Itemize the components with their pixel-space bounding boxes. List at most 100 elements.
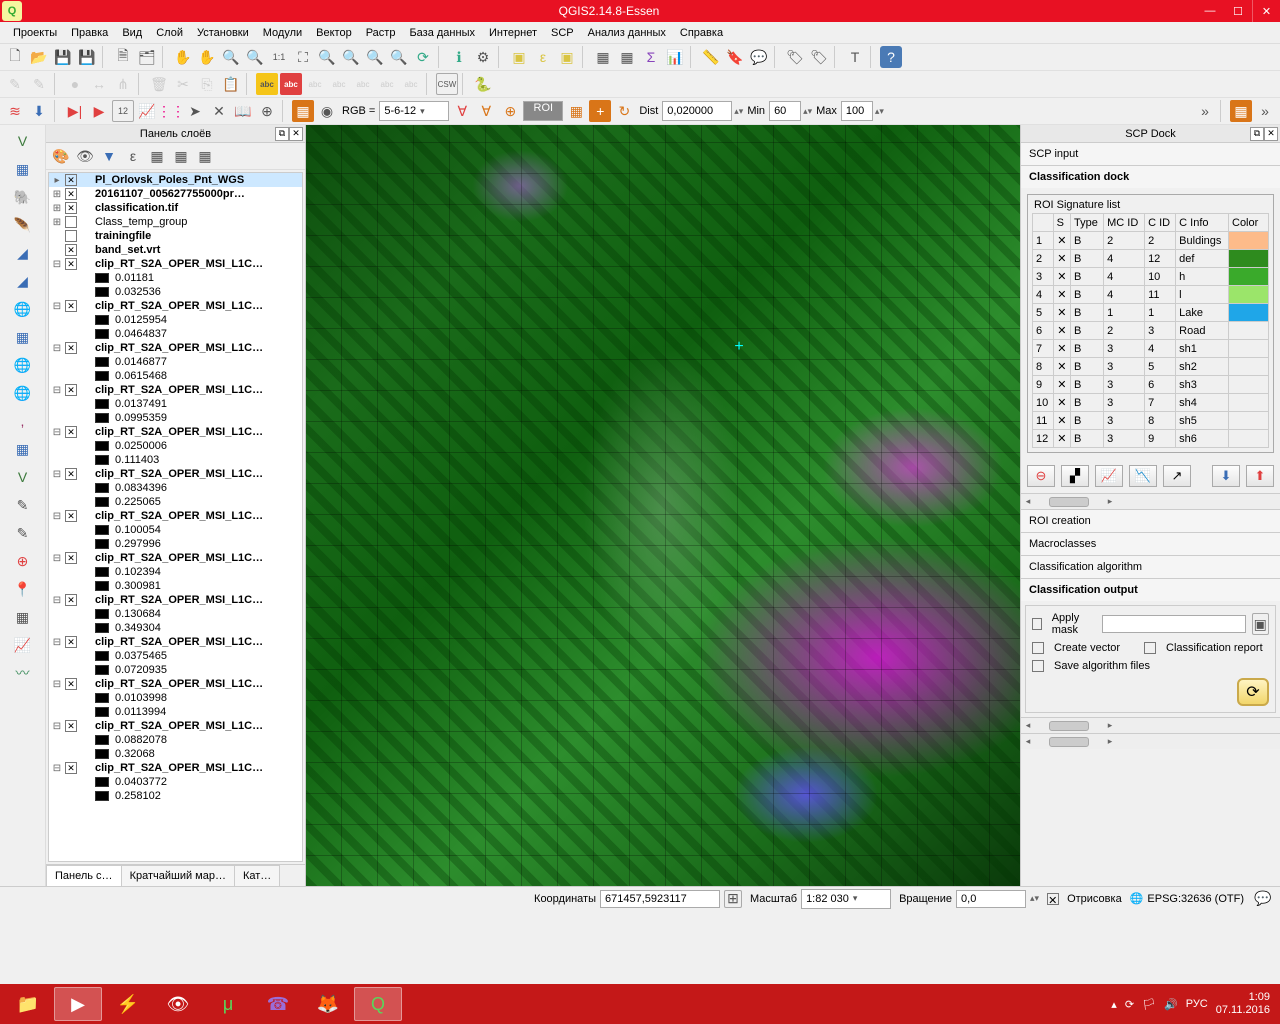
label-options-icon[interactable]: 🏷 [784, 46, 806, 68]
add-wms-icon[interactable]: 🌐 [9, 297, 37, 321]
deselect-icon[interactable]: ▣ [556, 46, 578, 68]
layer-item[interactable]: ⊟clip_RT_S2A_OPER_MSI_L1C… [49, 341, 302, 355]
menu-5[interactable]: Модули [256, 25, 309, 41]
task-utorrent-icon[interactable]: μ [204, 987, 252, 1021]
paste-icon[interactable]: 📋 [220, 73, 242, 95]
min-input[interactable] [769, 101, 801, 121]
road-graph-icon[interactable]: 📈 [9, 633, 37, 657]
new-geopackage-icon[interactable]: ✎ [9, 521, 37, 545]
tab-layers[interactable]: Панель с… [46, 865, 122, 886]
zoom-native-icon[interactable]: 1:1 [268, 46, 290, 68]
task-explorer-icon[interactable]: 📁 [4, 987, 52, 1021]
layer-child[interactable]: 0.300981 [49, 579, 302, 593]
layer-item[interactable]: ▸Pl_Orlovsk_Poles_Pnt_WGS [49, 173, 302, 187]
add-raster-icon[interactable]: ▦ [9, 157, 37, 181]
roi-scrollbar[interactable] [1021, 493, 1280, 509]
panel-close-icon[interactable]: ✕ [289, 127, 303, 141]
select-features-icon[interactable]: ▣ [508, 46, 530, 68]
task-firefox-icon[interactable]: 🦊 [304, 987, 352, 1021]
toolbar-overflow-icon[interactable]: » [1194, 100, 1216, 122]
tab-cat[interactable]: Кат… [234, 865, 280, 886]
mask-browse-icon[interactable]: ▣ [1252, 613, 1269, 635]
tray-volume-icon[interactable]: 🔊 [1164, 998, 1178, 1011]
layer-child[interactable]: 0.258102 [49, 789, 302, 803]
layer-child[interactable]: 0.0464837 [49, 327, 302, 341]
layer-child[interactable]: 0.0615468 [49, 369, 302, 383]
zoom-next-icon[interactable]: 🔍 [388, 46, 410, 68]
layer-child[interactable]: 0.0995359 [49, 411, 302, 425]
layer-child[interactable]: 0.01181 [49, 271, 302, 285]
scale-combo[interactable]: 1:82 030 [801, 889, 891, 909]
field-calc-icon[interactable]: ▦ [616, 46, 638, 68]
save-algo-checkbox[interactable] [1032, 660, 1044, 672]
layer-child[interactable]: 0.0250006 [49, 439, 302, 453]
refresh-icon[interactable]: ⟳ [412, 46, 434, 68]
layer-item[interactable]: ⊟clip_RT_S2A_OPER_MSI_L1C… [49, 677, 302, 691]
abc-pin-icon[interactable]: abc [304, 73, 326, 95]
roi-creation-section[interactable]: ROI creation [1021, 509, 1280, 532]
layer-child[interactable]: 0.0103998 [49, 691, 302, 705]
python-icon[interactable]: 🐍 [472, 73, 494, 95]
abc-highlight-icon[interactable]: abc [280, 73, 302, 95]
crs-button[interactable]: 🌐 EPSG:32636 (OTF) [1130, 892, 1244, 905]
layer-item[interactable]: ⊞20161107_005627755000pr… [49, 187, 302, 201]
roi-row[interactable]: 1✕B22Buldings [1033, 232, 1269, 250]
identify-icon[interactable]: ℹ [448, 46, 470, 68]
layer-item[interactable]: ⊟clip_RT_S2A_OPER_MSI_L1C… [49, 593, 302, 607]
layer-child[interactable]: 0.0834396 [49, 481, 302, 495]
scp-roi-pointer-icon[interactable]: Ɐ [475, 100, 497, 122]
menu-3[interactable]: Слой [149, 25, 190, 41]
layer-child[interactable]: 0.102394 [49, 565, 302, 579]
delete-icon[interactable]: 🗑 [148, 73, 170, 95]
add-wfs-icon[interactable]: 🌐 [9, 381, 37, 405]
layer-child[interactable]: 0.130684 [49, 607, 302, 621]
new-project-icon[interactable]: 🗋 [4, 46, 26, 68]
layer-child[interactable]: 0.0146877 [49, 355, 302, 369]
roi-calc-icon[interactable]: 📈 [1095, 465, 1123, 487]
layer-item[interactable]: ⊟clip_RT_S2A_OPER_MSI_L1C… [49, 299, 302, 313]
layer-item[interactable]: band_set.vrt [49, 243, 302, 257]
save-project-icon[interactable]: 💾 [52, 46, 74, 68]
roi-export2-icon[interactable]: ⬆ [1246, 465, 1274, 487]
pan-selection-icon[interactable]: ✋ [196, 46, 218, 68]
add-spatialite-icon[interactable]: 🪶 [9, 213, 37, 237]
rotation-input[interactable] [956, 890, 1026, 908]
roi-row[interactable]: 10✕B37sh4 [1033, 394, 1269, 412]
filter-legend-icon[interactable]: 👁 [74, 145, 96, 167]
tray-clock[interactable]: 1:09 07.11.2016 [1216, 991, 1270, 1017]
roi-row[interactable]: 9✕B36sh3 [1033, 376, 1269, 394]
coord-input[interactable] [600, 890, 720, 908]
class-report-checkbox[interactable] [1144, 642, 1156, 654]
abc-rotate-icon[interactable]: abc [376, 73, 398, 95]
new-print-icon[interactable]: 🗎 [112, 46, 134, 68]
move-feature-icon[interactable]: ↔ [88, 73, 110, 95]
menu-11[interactable]: Анализ данных [581, 25, 673, 41]
tray-flag-icon[interactable]: 🏳 [1142, 998, 1156, 1011]
menu-9[interactable]: Интернет [482, 25, 544, 41]
topology-icon[interactable]: 〰 [9, 661, 37, 685]
toolbar-overflow2-icon[interactable]: » [1254, 100, 1276, 122]
add-feature-icon[interactable]: ● [64, 73, 86, 95]
new-spatialite-icon[interactable]: ✎ [9, 493, 37, 517]
create-vector-checkbox[interactable] [1032, 642, 1044, 654]
zoom-full-icon[interactable]: ⛶ [292, 46, 314, 68]
zoom-out-icon[interactable]: 🔍 [244, 46, 266, 68]
filter-icon[interactable]: ▼ [98, 145, 120, 167]
roi-row[interactable]: 12✕B39sh6 [1033, 430, 1269, 448]
select-expression-icon[interactable]: ε [532, 46, 554, 68]
layer-child[interactable]: 0.225065 [49, 495, 302, 509]
roi-row[interactable]: 4✕B411l [1033, 286, 1269, 304]
menu-4[interactable]: Установки [190, 25, 256, 41]
scp-undock-icon[interactable]: ⧉ [1250, 127, 1264, 141]
sigma-icon[interactable]: Σ [640, 46, 662, 68]
abc-show-icon[interactable]: abc [256, 73, 278, 95]
layer-item[interactable]: ⊟clip_RT_S2A_OPER_MSI_L1C… [49, 551, 302, 565]
abc-hide-icon[interactable]: abc [328, 73, 350, 95]
task-winamp-icon[interactable]: ⚡ [104, 987, 152, 1021]
open-table-icon[interactable]: ▦ [592, 46, 614, 68]
scp-radio-icon[interactable]: ◉ [316, 100, 338, 122]
menu-7[interactable]: Растр [359, 25, 403, 41]
open-project-icon[interactable]: 📂 [28, 46, 50, 68]
roi-row[interactable]: 6✕B23Road [1033, 322, 1269, 340]
zoom-selection-icon[interactable]: 🔍 [316, 46, 338, 68]
